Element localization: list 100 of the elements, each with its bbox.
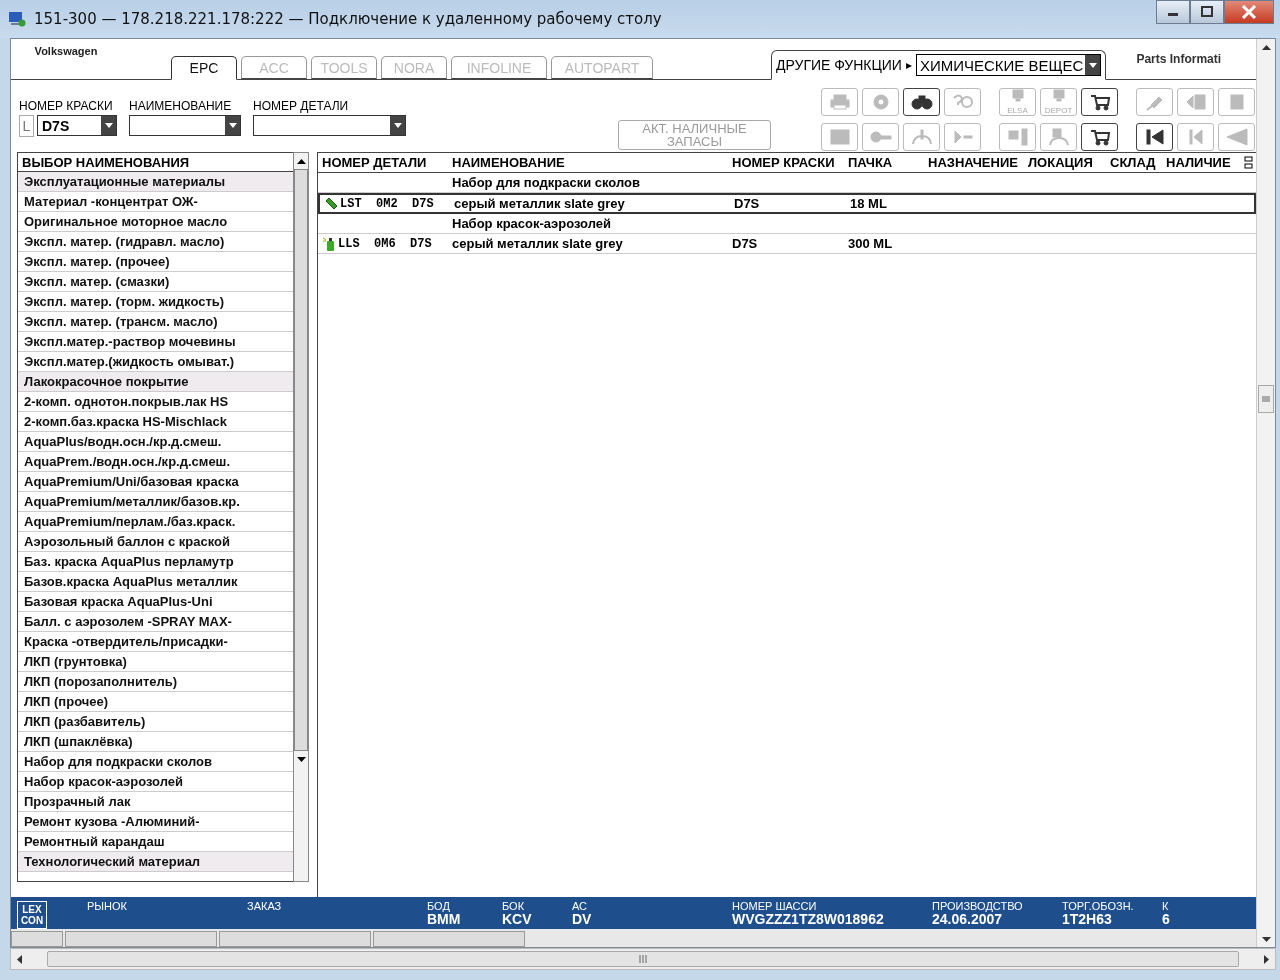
task-tab[interactable] bbox=[219, 931, 371, 947]
scroll-right-icon[interactable] bbox=[1264, 954, 1269, 964]
status-label: АС bbox=[572, 900, 589, 912]
status-value: KCV bbox=[502, 912, 533, 926]
dropdown-field[interactable] bbox=[253, 115, 406, 136]
category-item[interactable]: AquaPremium/перлам./баз.краск. bbox=[18, 512, 293, 532]
status-label: НОМЕР ШАССИ bbox=[732, 900, 818, 912]
status-label: РЫНОК bbox=[87, 900, 128, 912]
column-header: ЛОКАЦИЯ bbox=[1028, 155, 1094, 170]
tab[interactable]: EPC bbox=[171, 56, 237, 80]
group-title: Набор красок-аэрозолей bbox=[452, 216, 611, 231]
status-label: ПРОИЗВОДСТВО bbox=[932, 900, 1024, 912]
category-item[interactable]: Экспл. матер. (смазки) bbox=[18, 272, 293, 292]
columns-icon bbox=[1244, 155, 1254, 170]
status-label: БОК bbox=[502, 900, 526, 912]
table-cell: серый металлик slate grey bbox=[452, 236, 623, 251]
table-cell: серый металлик slate grey bbox=[454, 196, 625, 211]
toolbar-button[interactable] bbox=[903, 88, 940, 116]
column-header: НАЗНАЧЕНИЕ bbox=[928, 155, 1019, 170]
close-icon bbox=[1241, 5, 1257, 19]
scroll-down-icon[interactable] bbox=[296, 756, 306, 762]
close-button[interactable] bbox=[1224, 0, 1274, 24]
category-item[interactable]: ЛКП (порозаполнитель) bbox=[18, 672, 293, 692]
printer-icon bbox=[827, 93, 852, 111]
table-cell: D7S bbox=[734, 196, 760, 211]
column-header: НАЛИЧИЕ bbox=[1166, 155, 1232, 170]
category-item[interactable]: Экспл. матер. (гидравл. масло) bbox=[18, 232, 293, 252]
column-header: СКЛАД bbox=[1110, 155, 1157, 170]
toolbar-button[interactable] bbox=[1081, 123, 1118, 151]
category-item[interactable]: Базовая краска AquaPlus-Uni bbox=[18, 592, 293, 612]
status-label: ЗАКАЗ bbox=[247, 900, 283, 912]
scrollbar[interactable] bbox=[293, 152, 309, 882]
spray-can-icon bbox=[322, 236, 336, 251]
scrollbar[interactable] bbox=[1256, 39, 1275, 947]
category-item[interactable]: Материал -концентрат ОЖ- bbox=[18, 192, 293, 212]
category-item[interactable]: Экспл. матер. (прочее) bbox=[18, 252, 293, 272]
category-item[interactable]: Технологический материал bbox=[18, 852, 293, 872]
category-item[interactable]: Экспл.матер.-раствор мочевины bbox=[18, 332, 293, 352]
dropdown-field[interactable]: D7S bbox=[37, 115, 117, 136]
category-item[interactable]: Набор красок-аэрозолей bbox=[18, 772, 293, 792]
back-icon bbox=[1224, 128, 1249, 146]
caret-icon bbox=[393, 123, 402, 128]
key-icon bbox=[868, 128, 893, 146]
status-value: 1T2H63 bbox=[1062, 912, 1113, 926]
status-value: DV bbox=[572, 912, 593, 926]
category-item[interactable]: Экспл. матер. (торм. жидкость) bbox=[18, 292, 293, 312]
status-value: 6 bbox=[1162, 912, 1171, 926]
category-item[interactable]: 2-комп. однотон.покрыв.лак HS bbox=[18, 392, 293, 412]
maximize-button[interactable] bbox=[1190, 0, 1224, 24]
category-item[interactable]: Базов.краска AquaPlus металлик bbox=[18, 572, 293, 592]
category-item[interactable]: AquaPrem./водн.осн./кр.д.смеш. bbox=[18, 452, 293, 472]
remote-desktop-icon bbox=[8, 11, 26, 27]
scroll-down-icon[interactable] bbox=[1261, 936, 1271, 942]
brand-name: Volkswagen bbox=[34, 45, 98, 57]
category-item[interactable]: ЛКП (грунтовка) bbox=[18, 652, 293, 672]
category-item[interactable]: AquaPlus/водн.осн./кр.д.смеш. bbox=[18, 432, 293, 452]
logo-text: Parts Informati bbox=[1136, 52, 1222, 66]
scroll-thumb[interactable] bbox=[47, 951, 1239, 967]
category-item[interactable]: AquaPremium/Uni/базовая краска bbox=[18, 472, 293, 492]
status-value: 24.06.2007 bbox=[932, 912, 1003, 926]
status-label: ТОРГ.ОБОЗН. bbox=[1062, 900, 1135, 912]
category-item[interactable]: Экспл. матер. (трансм. масло) bbox=[18, 312, 293, 332]
category-item[interactable]: AquaPremium/металлик/базов.кр. bbox=[18, 492, 293, 512]
task-tab[interactable] bbox=[11, 931, 63, 947]
category-item[interactable]: ЛКП (разбавитель) bbox=[18, 712, 293, 732]
category-item[interactable]: 2-комп.баз.краска HS-Mischlack bbox=[18, 412, 293, 432]
scroll-left-icon[interactable] bbox=[17, 954, 22, 964]
category-item[interactable]: Балл. с аэрозолем -SPRAY MAX- bbox=[18, 612, 293, 632]
table-cell: 300 ML bbox=[848, 236, 893, 251]
category-item[interactable]: Эксплуатационные материалы bbox=[18, 172, 293, 192]
column-header: НОМЕР ДЕТАЛИ bbox=[322, 155, 428, 170]
category-item[interactable]: Прозрачный лак bbox=[18, 792, 293, 812]
toolbar-button[interactable] bbox=[1136, 123, 1173, 151]
toolbar-button[interactable] bbox=[1081, 88, 1118, 116]
category-item[interactable]: Ремонт кузова -Алюминий- bbox=[18, 812, 293, 832]
task-tab[interactable] bbox=[65, 931, 217, 947]
minimize-button[interactable] bbox=[1156, 0, 1190, 24]
category-item[interactable]: Лакокрасочное покрытие bbox=[18, 372, 293, 392]
task-tab[interactable] bbox=[373, 931, 525, 947]
status-value: WVGZZZ1TZ8W018962 bbox=[732, 912, 885, 926]
caret-icon bbox=[104, 123, 113, 128]
category-item[interactable]: Краска -отвердитель/присадки- bbox=[18, 632, 293, 652]
category-item[interactable]: Оригинальное моторное масло bbox=[18, 212, 293, 232]
scroll-up-icon[interactable] bbox=[1261, 44, 1271, 50]
category-item[interactable]: Баз. краска AquaPlus перламутр bbox=[18, 552, 293, 572]
category-item[interactable]: ЛКП (прочее) bbox=[18, 692, 293, 712]
dropdown-field[interactable] bbox=[129, 115, 241, 136]
lexcom-logo: LEX CON bbox=[17, 901, 47, 929]
category-item[interactable]: Набор для подкраски сколов bbox=[18, 752, 293, 772]
function-dropdown[interactable]: ХИМИЧЕСКИЕ ВЕЩЕС bbox=[915, 54, 1102, 76]
car-info-icon bbox=[909, 128, 934, 146]
caret-icon bbox=[1088, 62, 1097, 68]
button-caption: DEPOT bbox=[1044, 107, 1073, 115]
horizontal-scrollbar[interactable] bbox=[10, 948, 1276, 970]
category-item[interactable]: Аэрозольный баллон с краской bbox=[18, 532, 293, 552]
table-cell: 18 ML bbox=[850, 196, 887, 211]
scroll-up-icon[interactable] bbox=[296, 158, 306, 164]
scroll-thumb[interactable] bbox=[1258, 385, 1274, 413]
category-item[interactable]: ЛКП (шпаклёвка) bbox=[18, 732, 293, 752]
selected-row[interactable]: LST 0M2 D7S серый металлик slate grey D7S 18 ML bbox=[318, 193, 1256, 214]
